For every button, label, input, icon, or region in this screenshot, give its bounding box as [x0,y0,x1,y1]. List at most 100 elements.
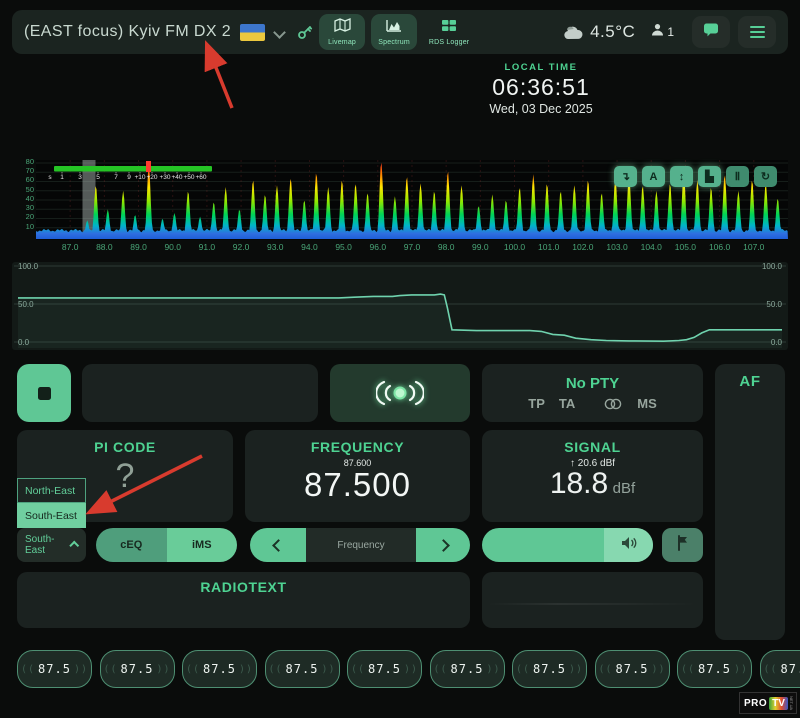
station-details-panel [482,572,703,628]
radio-wave-icon: )) [569,664,583,675]
preset-button[interactable]: ((87.5)) [182,650,257,688]
antenna-select[interactable]: South-East [17,528,86,562]
signal-value: 18.8 [550,467,608,500]
hamburger-icon [750,26,765,28]
preset-button[interactable]: ((87.5)) [100,650,175,688]
spectrum-x-tick: 104.0 [634,242,668,252]
local-time-label: LOCAL TIME [446,62,636,73]
vertical-scale-button[interactable]: ↕ [670,166,693,187]
logo-tv-text: TV [769,697,788,710]
rds-logger-button[interactable]: RDS Logger [423,14,475,50]
preset-frequency: 87.5 [616,662,649,676]
local-time-value: 06:36:51 [446,74,636,101]
spectrum-x-tick: 101.0 [532,242,566,252]
svg-text:3: 3 [78,174,82,181]
svg-text:+20: +20 [146,174,157,181]
server-title[interactable]: (EAST focus) Kyiv FM DX 2 [24,23,231,41]
listeners-count: 1 [667,25,674,39]
chevron-left-icon [272,539,285,552]
spectrum-x-tick: 90.0 [156,242,190,252]
radio-wave-icon: )) [321,664,335,675]
radio-wave-icon: (( [516,664,530,675]
preset-button[interactable]: ((87.5)) [347,650,422,688]
menu-button[interactable] [738,16,776,48]
frequency-value: 87.500 [245,468,470,502]
speaker-icon [621,536,637,555]
top-bar: (EAST focus) Kyiv FM DX 2 Livemap Spectr… [12,10,788,54]
spectrum-x-tick: 87.0 [53,242,87,252]
preset-frequency: 87.5 [286,662,319,676]
radio-wave-icon: (( [186,664,200,675]
pty-value: No PTY [566,375,619,392]
preset-button[interactable]: ((87.5)) [17,650,92,688]
stepper-mode-label[interactable]: Frequency [306,528,416,562]
svg-text:+40: +40 [171,174,182,181]
auto-mode-button[interactable]: A [642,166,665,187]
radio-wave-icon: (( [681,664,695,675]
radiotext-label: RADIOTEXT [17,579,470,595]
flag-icon [676,535,690,556]
broadcast-icon [376,380,424,406]
radio-wave-icon: )) [156,664,170,675]
chevron-down-icon[interactable] [273,26,286,39]
radio-wave-icon: )) [486,664,500,675]
spectrum-y-tick: 70 [8,166,34,175]
livemap-button[interactable]: Livemap [319,14,365,50]
key-icon[interactable] [297,24,313,40]
preset-button[interactable]: ((87.5)) [595,650,670,688]
spectrum-x-tick: 89.0 [122,242,156,252]
preset-button[interactable]: ((87.5)) [430,650,505,688]
chat-button[interactable] [692,16,730,48]
spectrum-x-tick: 98.0 [429,242,463,252]
refresh-button[interactable]: ↻ [754,166,777,187]
frequency-down-button[interactable] [250,528,306,562]
volume-handle[interactable] [604,528,653,562]
ukraine-flag-icon [240,24,265,41]
scroll-arrow-button[interactable]: ↴ [614,166,637,187]
logo-pro-text: PRO [742,698,769,709]
preset-button[interactable]: ((87.5)) [760,650,800,688]
preset-frequency: 87.5 [698,662,731,676]
report-flag-button[interactable] [662,528,703,562]
spectrum-x-tick: 100.0 [498,242,532,252]
dropdown-option-north-east[interactable]: North-East [17,478,86,503]
preset-frequency: 87.5 [451,662,484,676]
spectrum-y-tick: 60 [8,175,34,184]
af-panel: AF [715,364,785,640]
svg-text:9: 9 [127,174,131,181]
temperature-value[interactable]: 4.5°C [590,22,635,42]
spectrum-x-tick: 97.0 [395,242,429,252]
svg-text:+10: +10 [134,174,145,181]
frequency-up-button[interactable] [416,528,470,562]
preset-button[interactable]: ((87.5)) [265,650,340,688]
spectrum-button[interactable]: Spectrum [371,14,417,50]
dropdown-option-south-east[interactable]: South-East [17,503,86,528]
ims-toggle[interactable]: iMS [167,528,238,562]
listeners-indicator: 1 [651,23,674,41]
preset-button[interactable]: ((87.5)) [677,650,752,688]
preset-frequency: 87.5 [533,662,566,676]
preset-frequency: 87.5 [781,662,800,676]
ms-flag: MS [637,396,657,411]
ceq-toggle[interactable]: cEQ [96,528,167,562]
protv-logo: PRO TV NET.UA [739,692,797,714]
preset-button[interactable]: ((87.5)) [512,650,587,688]
svg-text:50.0: 50.0 [766,300,782,309]
svg-text:100.0: 100.0 [18,262,39,271]
map-icon [334,18,351,37]
svg-text:100.0: 100.0 [762,262,783,271]
user-icon [651,23,664,41]
preset-frequency: 87.5 [38,662,71,676]
logo-suffix-text: NET.UA [789,696,794,710]
volume-slider[interactable] [482,528,653,562]
frequency-stepper: Frequency [250,528,470,562]
audio-stream-button[interactable] [330,364,470,422]
radio-wave-icon: (( [21,664,35,675]
radiotext-panel: RADIOTEXT [17,572,470,628]
stop-button[interactable] [17,364,71,422]
spectrum-x-tick: 96.0 [361,242,395,252]
pause-button[interactable]: Ⅱ [726,166,749,187]
graph-mode-button[interactable]: ▙ [698,166,721,187]
svg-text:+30: +30 [159,174,170,181]
preset-row: ((87.5))((87.5))((87.5))((87.5))((87.5))… [17,650,785,688]
